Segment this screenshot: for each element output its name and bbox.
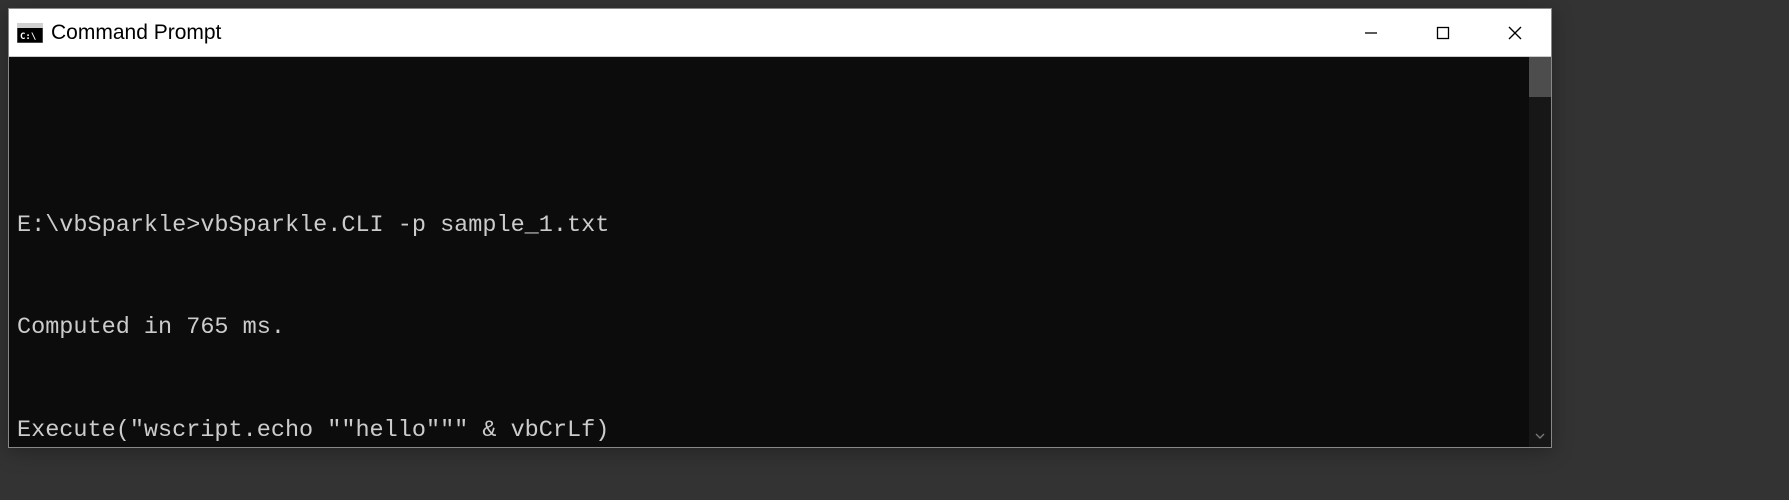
svg-text:C:\: C:\: [20, 32, 36, 42]
terminal-line: E:\vbSparkle>vbSparkle.CLI -p sample_1.t…: [17, 209, 1521, 243]
terminal-line: Computed in 765 ms.: [17, 311, 1521, 345]
close-button[interactable]: [1479, 9, 1551, 57]
scroll-down-arrow[interactable]: [1529, 425, 1551, 447]
window-title: Command Prompt: [51, 21, 1335, 45]
command-prompt-window: C:\ Command Prompt E:\vbSparkle>vbSparkl…: [8, 8, 1552, 448]
maximize-button[interactable]: [1407, 9, 1479, 57]
minimize-button[interactable]: [1335, 9, 1407, 57]
scrollbar-thumb[interactable]: [1529, 57, 1551, 97]
vertical-scrollbar[interactable]: [1529, 57, 1551, 447]
command-prompt-icon: C:\: [17, 23, 43, 43]
window-controls: [1335, 9, 1551, 56]
terminal-line: Execute("wscript.echo ""hello""" & vbCrL…: [17, 414, 1521, 447]
titlebar[interactable]: C:\ Command Prompt: [9, 9, 1551, 57]
terminal-area: E:\vbSparkle>vbSparkle.CLI -p sample_1.t…: [9, 57, 1551, 447]
terminal-output[interactable]: E:\vbSparkle>vbSparkle.CLI -p sample_1.t…: [9, 57, 1529, 447]
